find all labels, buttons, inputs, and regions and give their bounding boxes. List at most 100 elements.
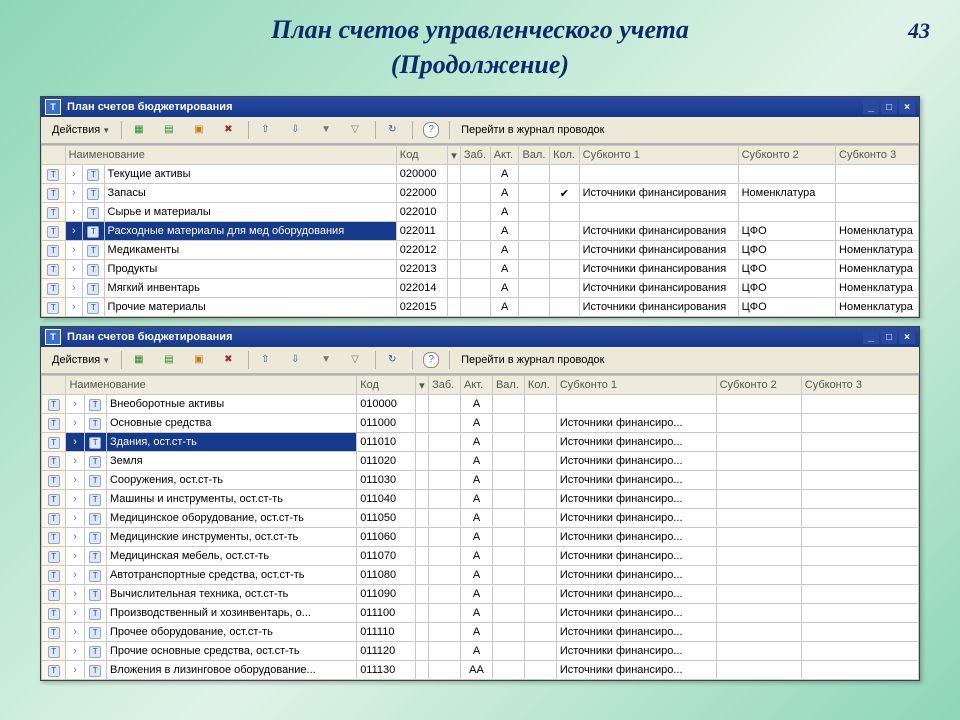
- refresh-icon[interactable]: ↻: [380, 349, 408, 371]
- journal-link[interactable]: Перейти в журнал проводок: [454, 119, 611, 141]
- accounts-grid-1[interactable]: НаименованиеКод▾Заб.Акт.Вал.Кол.Субконто…: [41, 144, 919, 317]
- clear-filter-icon[interactable]: ▽: [343, 349, 371, 371]
- expand-arrow-icon[interactable]: ›: [65, 279, 82, 298]
- tree-up-icon[interactable]: ⇧: [253, 349, 281, 371]
- delete-icon[interactable]: ✖: [216, 119, 244, 141]
- table-row[interactable]: T›TЗдания, ост.ст-ть011010АИсточники фин…: [42, 433, 919, 452]
- col-sort[interactable]: ▾: [448, 146, 461, 165]
- accounts-grid-2[interactable]: НаименованиеКод▾Заб.Акт.Вал.Кол.Субконто…: [41, 374, 919, 680]
- table-row[interactable]: T›TЗемля011020АИсточники финансиро...: [42, 452, 919, 471]
- table-row[interactable]: T›TЗапасы022000А✔Источники финансировани…: [42, 184, 919, 203]
- table-row[interactable]: T›TМедикаменты022012АИсточники финансиро…: [42, 241, 919, 260]
- col-blank[interactable]: [42, 146, 66, 165]
- close-button[interactable]: ×: [899, 100, 915, 114]
- col-sub1[interactable]: Субконто 1: [556, 376, 716, 395]
- col-code[interactable]: Код: [396, 146, 447, 165]
- table-row[interactable]: T›TМягкий инвентарь022014АИсточники фина…: [42, 279, 919, 298]
- add-copy-icon[interactable]: ▤: [156, 119, 184, 141]
- expand-arrow-icon[interactable]: ›: [66, 395, 84, 414]
- delete-icon[interactable]: ✖: [216, 349, 244, 371]
- expand-arrow-icon[interactable]: ›: [66, 452, 84, 471]
- edit-icon[interactable]: ▣: [186, 119, 214, 141]
- tree-up-icon[interactable]: ⇧: [253, 119, 281, 141]
- table-row[interactable]: T›TСырье и материалы022010А: [42, 203, 919, 222]
- expand-arrow-icon[interactable]: ›: [66, 414, 84, 433]
- col-val[interactable]: Вал.: [492, 376, 524, 395]
- minimize-button[interactable]: _: [863, 330, 879, 344]
- minimize-button[interactable]: _: [863, 100, 879, 114]
- col-sub2[interactable]: Субконто 2: [716, 376, 801, 395]
- table-row[interactable]: T›TОсновные средства011000АИсточники фин…: [42, 414, 919, 433]
- expand-arrow-icon[interactable]: ›: [66, 471, 84, 490]
- expand-arrow-icon[interactable]: ›: [66, 604, 84, 623]
- col-sub1[interactable]: Субконто 1: [579, 146, 738, 165]
- tree-down-icon[interactable]: ⇩: [283, 119, 311, 141]
- maximize-button[interactable]: □: [881, 330, 897, 344]
- table-row[interactable]: T›TМедицинская мебель, ост.ст-ть011070АИ…: [42, 547, 919, 566]
- table-row[interactable]: T›TТекущие активы020000А: [42, 165, 919, 184]
- add-copy-icon[interactable]: ▤: [156, 349, 184, 371]
- expand-arrow-icon[interactable]: ›: [66, 642, 84, 661]
- col-val[interactable]: Вал.: [519, 146, 550, 165]
- journal-link[interactable]: Перейти в журнал проводок: [454, 349, 611, 371]
- titlebar[interactable]: T План счетов бюджетирования _ □ ×: [41, 97, 919, 117]
- help-button[interactable]: ?: [417, 349, 445, 371]
- table-row[interactable]: T›TСооружения, ост.ст-ть011030АИсточники…: [42, 471, 919, 490]
- expand-arrow-icon[interactable]: ›: [65, 165, 82, 184]
- expand-arrow-icon[interactable]: ›: [65, 203, 82, 222]
- expand-arrow-icon[interactable]: ›: [66, 566, 84, 585]
- edit-icon[interactable]: ▣: [186, 349, 214, 371]
- expand-arrow-icon[interactable]: ›: [66, 623, 84, 642]
- col-zab[interactable]: Заб.: [429, 376, 461, 395]
- table-row[interactable]: T›TПродукты022013АИсточники финансирован…: [42, 260, 919, 279]
- col-kol[interactable]: Кол.: [524, 376, 556, 395]
- table-row[interactable]: T›TПрочее оборудование, ост.ст-ть011110А…: [42, 623, 919, 642]
- table-row[interactable]: T›TМашины и инструменты, ост.ст-ть011040…: [42, 490, 919, 509]
- expand-arrow-icon[interactable]: ›: [66, 585, 84, 604]
- maximize-button[interactable]: □: [881, 100, 897, 114]
- col-code[interactable]: Код: [357, 376, 416, 395]
- expand-arrow-icon[interactable]: ›: [66, 528, 84, 547]
- actions-menu[interactable]: Действия▼: [45, 349, 117, 371]
- help-button[interactable]: ?: [417, 119, 445, 141]
- col-akt[interactable]: Акт.: [490, 146, 519, 165]
- col-name[interactable]: Наименование: [65, 146, 396, 165]
- expand-arrow-icon[interactable]: ›: [65, 260, 82, 279]
- table-row[interactable]: T›TПрочие материалы022015АИсточники фина…: [42, 298, 919, 317]
- col-kol[interactable]: Кол.: [550, 146, 579, 165]
- expand-arrow-icon[interactable]: ›: [66, 433, 84, 452]
- col-akt[interactable]: Акт.: [461, 376, 493, 395]
- table-row[interactable]: T›TМедицинское оборудование, ост.ст-ть01…: [42, 509, 919, 528]
- col-sub3[interactable]: Субконто 3: [836, 146, 919, 165]
- expand-arrow-icon[interactable]: ›: [66, 490, 84, 509]
- expand-arrow-icon[interactable]: ›: [65, 184, 82, 203]
- col-sub3[interactable]: Субконто 3: [801, 376, 918, 395]
- actions-menu[interactable]: Действия▼: [45, 119, 117, 141]
- expand-arrow-icon[interactable]: ›: [65, 298, 82, 317]
- add-icon[interactable]: ▦: [126, 349, 154, 371]
- table-row[interactable]: T›TАвтотранспортные средства, ост.ст-ть0…: [42, 566, 919, 585]
- table-row[interactable]: T›TВнеоборотные активы010000А: [42, 395, 919, 414]
- col-sort[interactable]: ▾: [415, 376, 428, 395]
- table-row[interactable]: T›TВычислительная техника, ост.ст-ть0110…: [42, 585, 919, 604]
- titlebar[interactable]: T План счетов бюджетирования _ □ ×: [41, 327, 919, 347]
- refresh-icon[interactable]: ↻: [380, 119, 408, 141]
- expand-arrow-icon[interactable]: ›: [66, 509, 84, 528]
- table-row[interactable]: T›TПрочие основные средства, ост.ст-ть01…: [42, 642, 919, 661]
- expand-arrow-icon[interactable]: ›: [66, 661, 84, 680]
- tree-down-icon[interactable]: ⇩: [283, 349, 311, 371]
- expand-arrow-icon[interactable]: ›: [65, 222, 82, 241]
- clear-filter-icon[interactable]: ▽: [343, 119, 371, 141]
- col-zab[interactable]: Заб.: [460, 146, 490, 165]
- filter-icon[interactable]: ▼: [313, 119, 341, 141]
- col-name[interactable]: Наименование: [66, 376, 357, 395]
- add-icon[interactable]: ▦: [126, 119, 154, 141]
- col-blank[interactable]: [42, 376, 66, 395]
- table-row[interactable]: T›TВложения в лизинговое оборудование...…: [42, 661, 919, 680]
- table-row[interactable]: T›TРасходные материалы для мед оборудова…: [42, 222, 919, 241]
- table-row[interactable]: T›TМедицинские инструменты, ост.ст-ть011…: [42, 528, 919, 547]
- table-row[interactable]: T›TПроизводственный и хозинвентарь, о...…: [42, 604, 919, 623]
- expand-arrow-icon[interactable]: ›: [66, 547, 84, 566]
- close-button[interactable]: ×: [899, 330, 915, 344]
- filter-icon[interactable]: ▼: [313, 349, 341, 371]
